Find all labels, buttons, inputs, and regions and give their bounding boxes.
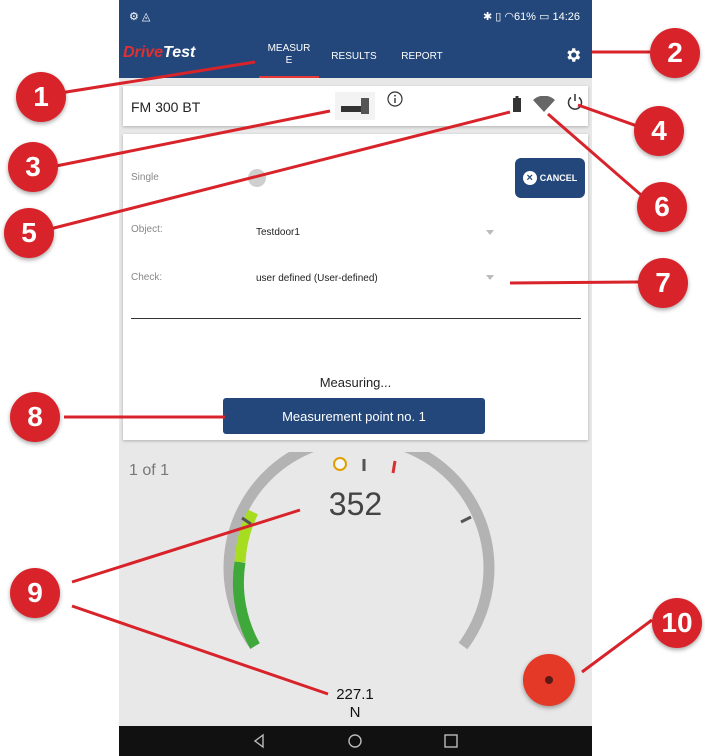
cancel-button[interactable]: × CANCEL (515, 158, 585, 198)
callout-3: 3 (8, 142, 58, 192)
callout-10: 10 (652, 598, 702, 648)
measurement-card: Single × CANCEL Object: Testdoor1 Check: … (123, 134, 588, 440)
battery-icon (513, 96, 521, 112)
callout-2: 2 (650, 28, 700, 78)
info-icon[interactable] (387, 91, 403, 107)
gauge-value: 352 (328, 486, 383, 522)
force-gauge (223, 452, 495, 650)
record-icon (545, 676, 553, 684)
callout-4: 4 (634, 106, 684, 156)
measuring-status: Measuring... (319, 375, 392, 390)
home-icon[interactable] (345, 731, 365, 751)
device-image-icon[interactable] (335, 92, 375, 120)
status-bar: ⚙ ◬ ✱ ▯ ◠61% ▭ 14:26 (119, 0, 592, 34)
wifi-icon (533, 96, 555, 112)
tab-report[interactable]: REPORT (397, 34, 447, 78)
device-name: FM 300 BT (131, 99, 201, 115)
callout-9: 9 (10, 568, 60, 618)
check-select[interactable]: user defined (User-defined) (256, 273, 378, 284)
device-card: FM 300 BT (123, 86, 588, 126)
callout-7: 7 (638, 258, 688, 308)
force-readout: 227.1 N (319, 686, 391, 722)
callout-6: 6 (637, 182, 687, 232)
callout-1: 1 (16, 72, 66, 122)
drivetest-logo: DriveTest (123, 44, 196, 61)
tab-measure[interactable]: MEASUR E (259, 34, 319, 78)
object-label: Object: (131, 224, 163, 235)
gear-icon[interactable] (564, 46, 582, 64)
close-icon: × (522, 171, 537, 185)
tab-results[interactable]: RESULTS (329, 34, 379, 78)
power-icon[interactable] (566, 93, 584, 111)
status-right-info: ✱ ▯ ◠61% ▭ 14:26 (482, 11, 580, 23)
back-icon[interactable] (249, 731, 269, 751)
record-button[interactable] (523, 654, 575, 706)
callout-8: 8 (10, 392, 60, 442)
object-select[interactable]: Testdoor1 (256, 227, 300, 238)
check-label: Check: (131, 272, 163, 283)
measurement-point-button[interactable]: Measurement point no. 1 (223, 398, 485, 434)
force-value: 227.1 (336, 686, 374, 703)
check-chevron-down-icon[interactable] (486, 275, 494, 280)
measurement-counter: 1 of 1 (129, 462, 170, 479)
app-bar: DriveTest MEASUR E RESULTS REPORT (119, 34, 592, 78)
status-left-icons: ⚙ ◬ (129, 11, 151, 23)
gauge-marker (333, 457, 347, 471)
phone-screen: ⚙ ◬ ✱ ▯ ◠61% ▭ 14:26 DriveTest MEASUR E … (119, 0, 592, 756)
divider (131, 318, 581, 319)
single-toggle[interactable] (248, 169, 266, 187)
callout-5: 5 (4, 208, 54, 258)
recents-icon[interactable] (441, 731, 461, 751)
force-unit: N (349, 704, 361, 721)
single-label: Single (131, 172, 159, 183)
object-chevron-down-icon[interactable] (486, 230, 494, 235)
android-nav-bar (119, 726, 592, 756)
